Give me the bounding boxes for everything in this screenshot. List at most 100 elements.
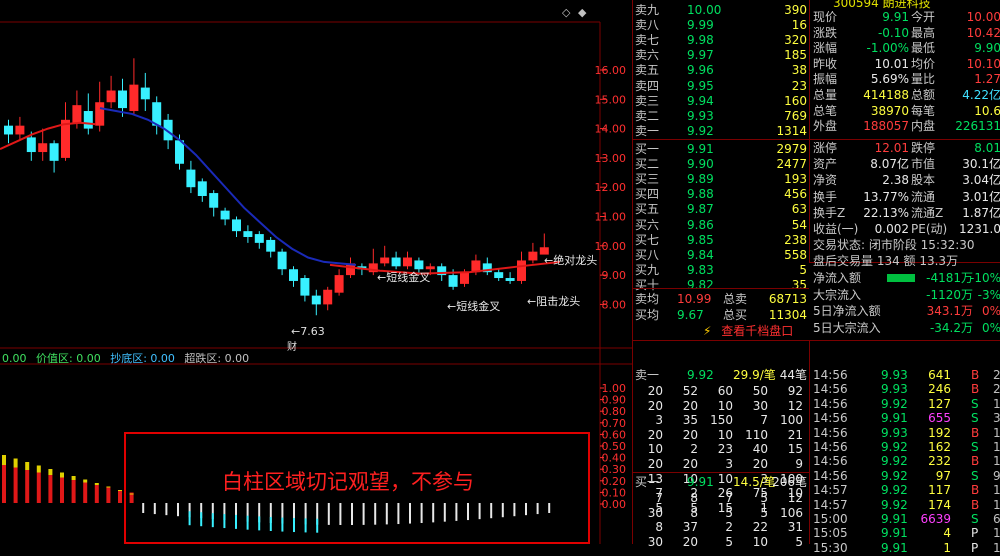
sell-level-volume: 38 xyxy=(791,63,807,78)
queue-cell: 50 xyxy=(752,384,768,398)
avg-value: 10.99 xyxy=(677,292,712,306)
stat-label: 涨跌 xyxy=(813,25,838,40)
sell-level-price: 9.99 xyxy=(687,18,714,33)
queue-cell: 3 xyxy=(725,457,733,471)
ma-line-blue xyxy=(99,107,357,266)
buy-level-price: 9.86 xyxy=(687,217,714,232)
queue-price: 9.91 xyxy=(687,475,714,489)
queue-detail: 14.5/笔 xyxy=(733,475,776,489)
stat2-label: 资产 xyxy=(813,157,838,172)
queue-cell: 20 xyxy=(647,427,663,442)
stat2-label: 净资 xyxy=(813,173,838,188)
stat-value: 10.42 xyxy=(966,25,1000,40)
sell-level-price: 10.00 xyxy=(687,3,722,17)
stat2-value: 1.87亿 xyxy=(962,205,1000,220)
candle-body xyxy=(4,125,13,135)
queue-cell: 10 xyxy=(717,398,733,413)
hist-bar-red xyxy=(83,482,88,503)
hist-bar-red xyxy=(36,472,41,503)
queue-cell: 20 xyxy=(682,427,698,442)
queue-cell: 30 xyxy=(647,534,663,549)
sell-level-volume: 320 xyxy=(784,33,807,48)
stat2-value: 0.002 xyxy=(874,222,909,236)
stat-label: 每笔 xyxy=(911,103,936,118)
buy-level-volume: 54 xyxy=(791,217,807,232)
sell-level-volume: 185 xyxy=(784,48,807,63)
sell-level-label: 卖一 xyxy=(635,123,660,138)
candle-body xyxy=(311,295,321,305)
low-price-label: ←7.63 xyxy=(291,325,325,338)
queue-cell: 40 xyxy=(752,442,768,457)
stat-label: 内盘 xyxy=(911,119,936,134)
buy-level-label: 买五 xyxy=(635,202,660,217)
flow-label: 5日大宗流入 xyxy=(813,320,881,335)
stat2-label: 涨停 xyxy=(813,141,838,155)
diamond-icon-filled[interactable]: ◆ xyxy=(578,6,586,19)
depth-button[interactable]: ⚡ 查看千档盘口 xyxy=(703,322,793,339)
price-tick-label: 11.00 xyxy=(595,211,627,224)
kline-chart-area[interactable]: 16.00 15.00 14.00 13.00 12.00 11.00 10.00 9.00 8… xyxy=(0,0,632,544)
buy-level-price: 9.90 xyxy=(687,157,714,172)
lightning-icon: ⚡ xyxy=(703,324,712,338)
stat2-value: 3.04亿 xyxy=(962,173,1000,188)
queue-cell: 20 xyxy=(752,457,768,471)
stat2-label: 股本 xyxy=(911,173,936,188)
tick-time: 15:30 xyxy=(813,540,848,555)
stat-label: 总额 xyxy=(911,88,936,102)
stat-label: 涨幅 xyxy=(813,41,838,56)
queue-cell: 8 xyxy=(690,491,698,505)
flow-bar xyxy=(887,274,915,282)
stat-label: 现价 xyxy=(813,10,838,24)
diamond-icon[interactable]: ◇ xyxy=(562,6,570,19)
stat-label: 量比 xyxy=(911,72,936,87)
buy-level-price: 9.85 xyxy=(687,232,714,247)
stat-label: 振幅 xyxy=(813,72,838,87)
indicator-oversold-zone: 超跌区: 0.00 xyxy=(184,352,250,365)
stat-value: 188057 xyxy=(863,119,909,134)
candle-body xyxy=(209,193,219,208)
stat-value: -0.10 xyxy=(877,25,909,40)
stat-label: 最高 xyxy=(911,25,936,40)
total-label: 总卖 xyxy=(723,292,748,306)
stat2-label: 跌停 xyxy=(911,141,936,155)
candle-body xyxy=(334,275,344,293)
warning-text: 白柱区域切记观望，不参与 xyxy=(222,470,474,494)
price-tick-label: 15.00 xyxy=(595,93,627,106)
queue-cell: 20 xyxy=(647,457,663,471)
candle-body xyxy=(414,260,424,270)
buy-level-volume: 2477 xyxy=(776,157,807,172)
flow-value: 343.1万 xyxy=(926,304,973,318)
stat-value: 38970 xyxy=(870,103,909,118)
queue-cell: 12 xyxy=(787,491,803,505)
hist-bar-yellow xyxy=(60,472,64,478)
stat-value: 10.6 xyxy=(974,103,1000,118)
after-hours-volume: 盘后交易量 134 额 13.3万 xyxy=(813,254,959,268)
buy-level-price: 9.83 xyxy=(687,262,714,277)
buy-level-label: 买七 xyxy=(635,232,660,247)
candle-body xyxy=(118,90,127,109)
candle-body xyxy=(517,260,526,281)
sell-level-label: 卖七 xyxy=(635,33,660,48)
queue-count: 44笔 xyxy=(779,368,807,382)
stat-value: 1.27 xyxy=(974,72,1000,87)
ma-line-red xyxy=(0,121,561,275)
sell-level-price: 9.94 xyxy=(687,93,714,108)
indicator-bottom-zone: 抄底区: 0.00 xyxy=(110,352,175,365)
queue-head: 卖一 xyxy=(635,368,660,382)
candle-body xyxy=(220,210,230,220)
stat-value: 10.00 xyxy=(966,10,1000,24)
total-value: 11304 xyxy=(768,307,807,322)
buy-level-volume: 558 xyxy=(784,247,807,262)
stat2-value: 22.13% xyxy=(863,205,909,220)
stat-label: 均价 xyxy=(911,56,936,71)
stat-label: 昨收 xyxy=(813,56,838,71)
sell-level-volume: 769 xyxy=(784,108,807,123)
trade-state: 交易状态: 闭市阶段 15:32:30 xyxy=(813,238,975,252)
candle-body xyxy=(448,275,458,287)
flow-percent: 0% xyxy=(981,320,1000,335)
queue-cell: 37 xyxy=(682,520,698,535)
candle-body xyxy=(528,251,538,261)
candle-body xyxy=(232,219,241,232)
annotation-sniper-leader: ←阻击龙头 xyxy=(527,295,581,308)
sell-level-label: 卖六 xyxy=(635,48,660,63)
